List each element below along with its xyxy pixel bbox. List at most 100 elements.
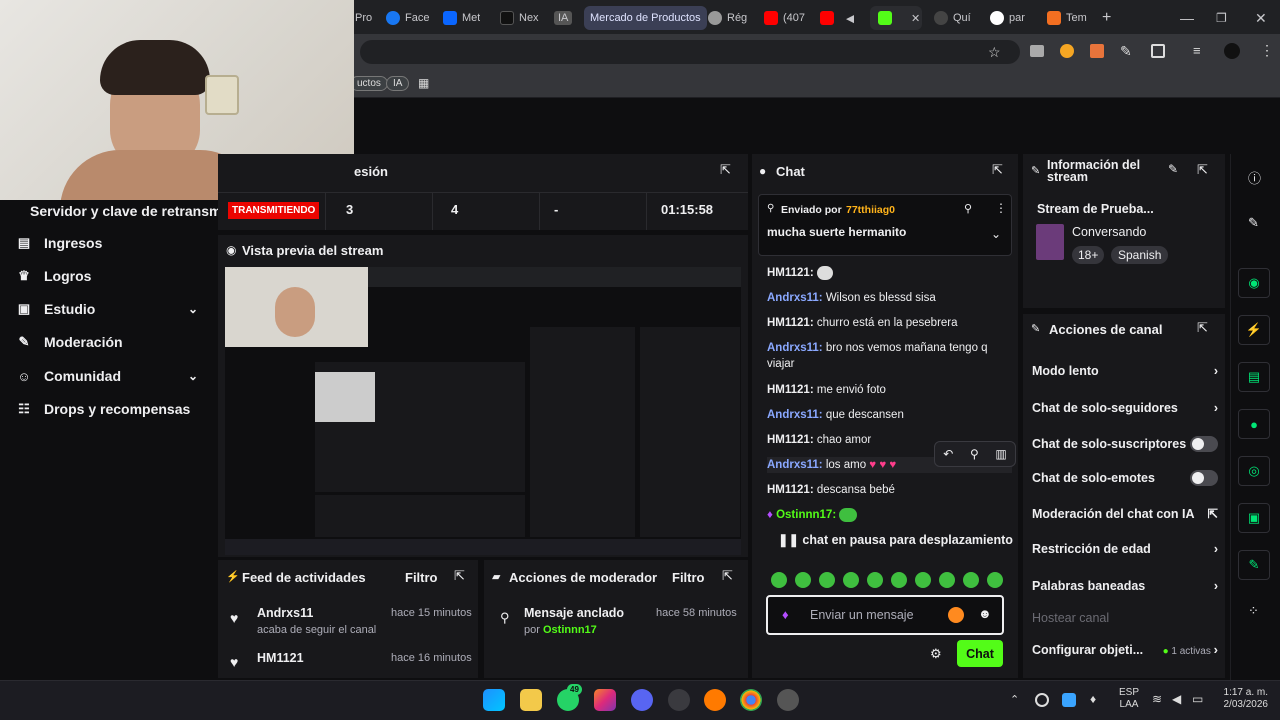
layout-icon[interactable]: ▣	[1238, 503, 1270, 533]
chrome-icon[interactable]	[740, 689, 762, 711]
emotes-only-toggle[interactable]	[1190, 470, 1218, 486]
store-icon[interactable]	[520, 689, 542, 711]
chevron-down-icon[interactable]: ⌄	[991, 227, 1001, 241]
emote-frog-icon[interactable]	[891, 572, 907, 588]
trash-icon[interactable]: ▥	[995, 447, 1006, 461]
chat-message[interactable]: HM1121: me envió foto	[767, 382, 1012, 398]
chevron-up-icon[interactable]: ⌃	[1010, 693, 1019, 706]
sidebar-item-moderacion[interactable]: ✎ Moderación	[16, 334, 123, 350]
settings-gear-icon[interactable]	[777, 689, 799, 711]
tab-1[interactable]: Pro	[355, 6, 372, 30]
tab-google[interactable]: par	[990, 6, 1025, 30]
mod-filter-button[interactable]: Filtro	[672, 570, 705, 585]
chat-message[interactable]: HM1121: churro está en la pesebrera	[767, 315, 1012, 331]
unpin-icon[interactable]: ⚲	[964, 202, 972, 215]
reply-icon[interactable]: ↶	[943, 447, 953, 461]
emote-frog-icon[interactable]	[867, 572, 883, 588]
camera-capture-icon[interactable]: ◉	[1238, 268, 1270, 298]
language-indicator[interactable]: ESP LAA	[1119, 687, 1139, 711]
battery-icon[interactable]: ▭	[1192, 692, 1203, 706]
eyedropper-icon[interactable]: ✎	[1120, 43, 1132, 60]
action-followers-only[interactable]: Chat de solo-seguidores ›	[1032, 401, 1218, 415]
tab-mercado[interactable]: Mercado de Productos	[584, 6, 707, 30]
action-configure-goals[interactable]: Configurar objeti... ● 1 activas ›	[1032, 642, 1218, 657]
discord-icon[interactable]	[631, 689, 653, 711]
tab-tem[interactable]: Tem	[1047, 6, 1087, 30]
emote-frog-icon[interactable]	[939, 572, 955, 588]
bookmark-ia[interactable]: IA	[386, 76, 410, 91]
sidebar-server-key[interactable]: Servidor y clave de retransm	[30, 203, 221, 219]
tab-reg[interactable]: Rég	[708, 6, 747, 30]
gear-icon[interactable]: ⚙	[930, 646, 942, 662]
instagram-icon[interactable]	[594, 689, 616, 711]
tab-meta[interactable]: Met	[443, 6, 480, 30]
puzzle-icon[interactable]	[1151, 44, 1165, 58]
emote-frog-icon[interactable]	[819, 572, 835, 588]
stream-preview-video[interactable]	[225, 267, 741, 555]
menu-icon[interactable]: ⋮	[1260, 42, 1274, 59]
new-tab-button[interactable]: +	[1102, 6, 1111, 30]
clock[interactable]: 1:17 a. m. 2/03/2026	[1216, 687, 1269, 711]
sidebar-item-ingresos[interactable]: ▤ Ingresos	[16, 235, 103, 251]
tab-kick-active[interactable]: ✕	[870, 6, 922, 30]
avatar[interactable]	[1224, 43, 1240, 59]
microphone-icon[interactable]: ♦	[782, 607, 789, 622]
tab-qui[interactable]: Quí	[934, 6, 971, 30]
popout-icon[interactable]: ⇱	[720, 162, 731, 178]
pin-icon[interactable]: ⚲	[970, 447, 979, 461]
tab-facebook[interactable]: Face	[386, 6, 429, 30]
popout-icon[interactable]: ⇱	[1197, 162, 1208, 178]
pinned-user[interactable]: 77tthiiag0	[846, 204, 895, 216]
restore-icon[interactable]: ❐	[1216, 6, 1227, 30]
emoji-icon[interactable]: ☻	[978, 606, 992, 621]
action-host-channel[interactable]: Hostear canal	[1032, 611, 1109, 625]
action-slow-mode[interactable]: Modo lento ›	[1032, 364, 1218, 378]
microphone-icon[interactable]: ♦	[1090, 692, 1096, 706]
popout-icon[interactable]: ⇱	[1197, 320, 1208, 336]
chat-message[interactable]: Andrxs11: que descansen	[767, 407, 1012, 423]
minimize-icon[interactable]: —	[1180, 6, 1194, 30]
lightning-icon[interactable]: ⚡	[1238, 315, 1270, 345]
chat-message[interactable]: Andrxs11: Wilson es blessd sisa	[767, 290, 1012, 306]
pinned-message[interactable]: ⚲ Enviado por 77tthiiag0 ⚲ ⋮ mucha suert…	[758, 194, 1012, 256]
activity-user[interactable]: Andrxs11	[257, 606, 313, 620]
tag-badge[interactable]: 18+	[1072, 246, 1105, 264]
chat-message[interactable]: Andrxs11: bro nos vemos mañana tengo q v…	[767, 340, 1012, 372]
extension-icon[interactable]	[1030, 45, 1044, 57]
emote-frog-icon[interactable]	[795, 572, 811, 588]
boost-icon[interactable]	[948, 607, 964, 623]
chat-message[interactable]: HM1121: descansa bebé	[767, 482, 1012, 498]
info-icon[interactable]: ⓘ	[1248, 168, 1261, 187]
action-ai-moderation[interactable]: Moderación del chat con IA ⇱	[1032, 506, 1218, 522]
edit-icon[interactable]: ✎	[1248, 215, 1259, 231]
tab-youtube-2[interactable]	[820, 6, 839, 30]
settings-dots-icon[interactable]: ⁘	[1248, 603, 1259, 619]
emote-frog-icon[interactable]	[987, 572, 1003, 588]
sync-icon[interactable]	[1035, 693, 1049, 707]
activity-filter-button[interactable]: Filtro	[405, 570, 438, 585]
close-icon[interactable]: ✕	[911, 12, 920, 25]
windows-start-icon[interactable]	[483, 689, 505, 711]
media-icon[interactable]: ≡	[1193, 43, 1201, 58]
volume-icon[interactable]: ◀	[1172, 692, 1181, 706]
popout-icon[interactable]: ⇱	[722, 568, 733, 584]
popout-icon[interactable]: ⇱	[992, 162, 1003, 178]
window-close-icon[interactable]: ✕	[1255, 6, 1267, 30]
chat-message[interactable]: ♦ Ostinnn17:	[767, 507, 1012, 523]
url-field[interactable]	[360, 40, 1020, 64]
tab-tiktok[interactable]: Nex	[500, 6, 539, 30]
wifi-icon[interactable]: ≋	[1152, 692, 1162, 706]
sidebar-item-logros[interactable]: ♛ Logros	[16, 268, 91, 284]
emote-frog-icon[interactable]	[843, 572, 859, 588]
subs-only-toggle[interactable]	[1190, 436, 1218, 452]
broadcast-icon[interactable]: ◎	[1238, 456, 1270, 486]
activity-user[interactable]: HM1121	[257, 651, 304, 665]
action-emotes-only[interactable]: Chat de solo-emotes	[1032, 470, 1218, 486]
document-icon[interactable]: ▤	[1238, 362, 1270, 392]
sidebar-item-estudio[interactable]: ▣ Estudio ⌄	[16, 301, 198, 317]
send-chat-button[interactable]: Chat	[957, 640, 1003, 667]
apps-grid-icon[interactable]: ▦	[418, 76, 429, 90]
emote-frog-icon[interactable]	[771, 572, 787, 588]
sidebar-item-comunidad[interactable]: ☺ Comunidad ⌄	[16, 368, 198, 384]
action-age-restriction[interactable]: Restricción de edad ›	[1032, 542, 1218, 556]
